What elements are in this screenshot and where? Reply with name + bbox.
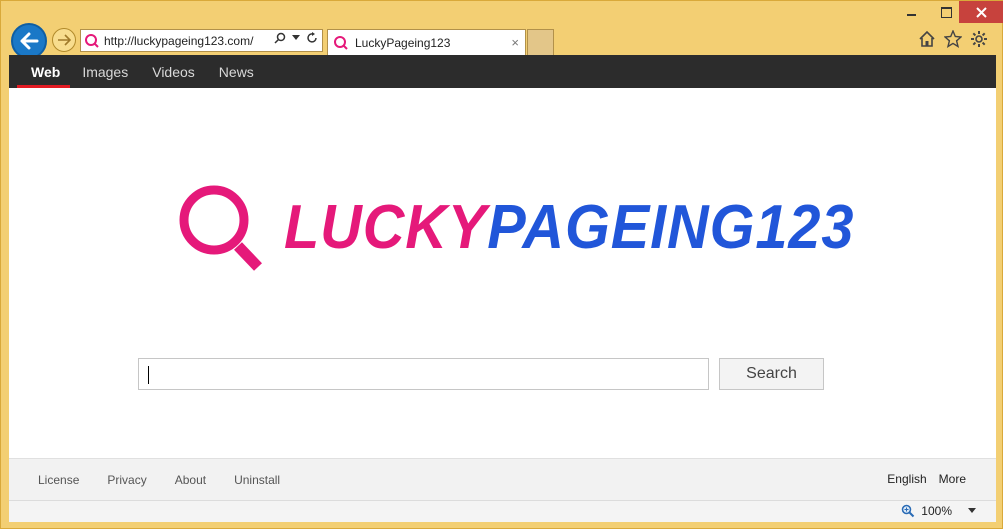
tab-luckypageing[interactable]: LuckyPageing123 × [327, 29, 526, 55]
site-logo: LUCKYPAGEING123 [174, 175, 853, 285]
language-link[interactable]: English [887, 472, 926, 486]
footer-links: License Privacy About Uninstall [38, 473, 308, 487]
nav-news[interactable]: News [207, 55, 266, 88]
forward-arrow-icon [58, 34, 71, 46]
tab-title: LuckyPageing123 [355, 35, 451, 50]
close-window-button[interactable] [959, 1, 1003, 23]
chevron-down-icon[interactable] [292, 35, 300, 41]
gear-icon[interactable] [970, 30, 988, 48]
address-url[interactable]: http://luckypageing123.com/ [104, 34, 253, 48]
footer: License Privacy About Uninstall English … [9, 458, 996, 500]
footer-link-privacy[interactable]: Privacy [107, 473, 146, 487]
new-tab-button[interactable] [527, 29, 554, 55]
home-icon[interactable] [918, 30, 936, 48]
nav-web[interactable]: Web [9, 55, 71, 88]
footer-right: English More [887, 472, 966, 486]
minimize-button[interactable] [891, 1, 931, 23]
magnifier-logo-icon [179, 185, 262, 271]
footer-link-uninstall[interactable]: Uninstall [234, 473, 280, 487]
back-arrow-icon [20, 32, 39, 50]
browser-window: http://luckypageing123.com/ LuckyPageing… [0, 0, 1003, 529]
address-icons [274, 32, 318, 44]
zoom-dropdown-icon[interactable] [968, 508, 976, 514]
forward-button[interactable] [52, 28, 76, 52]
search-button[interactable]: Search [719, 358, 824, 390]
top-nav: Web Images Videos News [9, 55, 996, 88]
nav-videos[interactable]: Videos [140, 55, 207, 88]
zoom-control[interactable]: 100% [901, 504, 976, 518]
address-bar[interactable]: http://luckypageing123.com/ [80, 29, 323, 52]
tab-favicon-icon [334, 35, 348, 50]
more-link[interactable]: More [939, 472, 966, 486]
logo-text-pageing: PAGEING123 [487, 193, 855, 262]
tab-close-button[interactable]: × [511, 35, 519, 50]
site-favicon-icon [85, 33, 99, 48]
refresh-icon[interactable] [306, 32, 318, 44]
zoom-level: 100% [921, 504, 952, 518]
maximize-button[interactable] [931, 1, 961, 23]
back-button[interactable] [11, 23, 47, 59]
toolbar-icons [918, 30, 988, 48]
zoom-icon [902, 504, 915, 518]
favorites-star-icon[interactable] [944, 30, 962, 48]
page-content: Web Images Videos News LUCKYPAGEING123 S… [9, 55, 996, 522]
search-input[interactable] [138, 358, 709, 390]
logo-text-lucky: LUCKY [284, 193, 488, 262]
footer-link-license[interactable]: License [38, 473, 79, 487]
status-bar: 100% [9, 500, 996, 522]
footer-link-about[interactable]: About [175, 473, 206, 487]
logo-text: LUCKYPAGEING123 [284, 197, 854, 259]
search-icon[interactable] [274, 32, 286, 44]
nav-images[interactable]: Images [70, 55, 140, 88]
close-icon [975, 6, 987, 18]
